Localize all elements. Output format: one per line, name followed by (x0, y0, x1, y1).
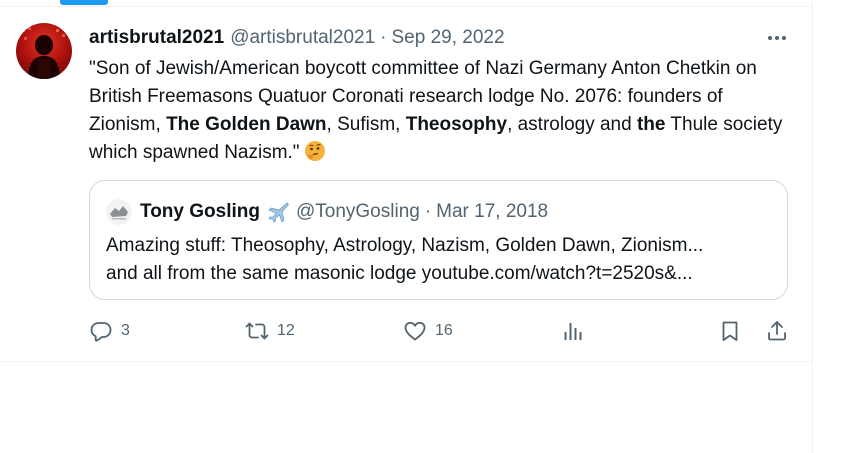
views-button[interactable] (561, 317, 585, 345)
top-divider (0, 6, 812, 7)
reply-button[interactable]: 3 (89, 317, 130, 345)
quote-date[interactable]: Mar 17, 2018 (436, 201, 548, 223)
reply-count: 3 (121, 322, 130, 339)
share-icon (768, 321, 786, 341)
airplane-icon (268, 202, 289, 223)
quote-text-line: Amazing stuff: Theosophy, Astrology, Naz… (106, 235, 704, 256)
retweet-button[interactable]: 12 (245, 317, 295, 345)
quote-separator: · (424, 201, 432, 222)
quote-avatar[interactable] (106, 199, 132, 225)
more-icon (768, 36, 786, 40)
more-button[interactable] (764, 27, 790, 49)
like-count: 16 (435, 322, 453, 339)
quote-text-line: and all from the same masonic lodge yout… (106, 263, 693, 284)
share-button[interactable] (765, 317, 789, 345)
tweet-date[interactable]: Sep 29, 2022 (392, 27, 505, 49)
header-separator: · (380, 27, 387, 48)
avatar-image (22, 27, 65, 79)
tweet-text: "Son of Jewish/American boycott committe… (89, 55, 789, 167)
quote-handle[interactable]: @TonyGosling (296, 201, 420, 223)
avatar[interactable] (16, 23, 72, 79)
like-button[interactable]: 16 (403, 317, 453, 345)
tweet-header: artisbrutal2021 @artisbrutal2021 · Sep 2… (89, 26, 505, 50)
quoted-tweet[interactable]: Tony Gosling @TonyGosling · Mar 17, 2018… (89, 180, 788, 300)
tweet-text-bold: The Golden Dawn (166, 114, 327, 135)
quote-avatar-image (106, 199, 132, 225)
bottom-divider (0, 361, 812, 362)
tweet-page: artisbrutal2021 @artisbrutal2021 · Sep 2… (0, 0, 843, 453)
retweet-icon (245, 322, 269, 340)
tweet-text-bold: Theosophy (405, 114, 508, 135)
bookmark-icon (722, 321, 738, 341)
tweet-text-bold: the (636, 114, 666, 135)
analytics-icon (564, 323, 582, 340)
thinking-face-icon (304, 141, 325, 161)
tweet-text-part: , astrology and (507, 114, 637, 135)
retweet-count: 12 (277, 322, 295, 339)
reply-icon (90, 322, 112, 342)
user-handle[interactable]: @artisbrutal2021 (230, 27, 375, 49)
bookmark-button[interactable] (718, 317, 742, 345)
column-divider (812, 0, 813, 453)
quote-display-name[interactable]: Tony Gosling (140, 201, 260, 223)
quote-header: Tony Gosling @TonyGosling · Mar 17, 2018 (106, 199, 548, 225)
quote-text: Amazing stuff: Theosophy, Astrology, Naz… (106, 232, 776, 288)
top-tab-indicator (60, 0, 108, 5)
tweet-text-part: , Sufism, (326, 114, 406, 135)
heart-icon (404, 321, 426, 341)
display-name[interactable]: artisbrutal2021 (89, 27, 224, 49)
action-bar: 3 12 16 (89, 317, 793, 345)
